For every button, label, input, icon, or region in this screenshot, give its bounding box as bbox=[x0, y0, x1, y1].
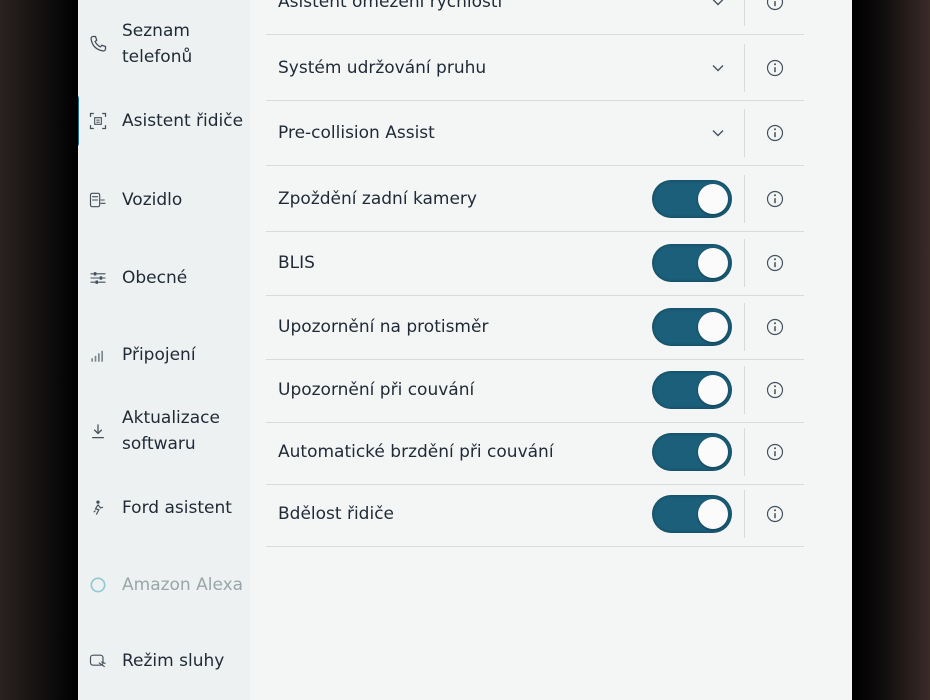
info-icon[interactable] bbox=[764, 122, 786, 144]
setting-row-lane-keeping[interactable]: Systém udržování pruhu bbox=[266, 36, 804, 101]
sliders-icon bbox=[86, 266, 110, 290]
sidebar-item-general[interactable]: Obecné bbox=[78, 265, 250, 291]
reverse-alert-toggle[interactable] bbox=[652, 371, 732, 409]
setting-row-reverse-alert[interactable]: Upozornění při couvání bbox=[266, 358, 804, 423]
cross-traffic-alert-toggle[interactable] bbox=[652, 308, 732, 346]
toggle-knob bbox=[698, 375, 728, 405]
toggle-knob bbox=[698, 437, 728, 467]
sidebar-item-label: Ford asistent bbox=[122, 498, 232, 518]
setting-row-reverse-brake-assist[interactable]: Automatické brzdění při couvání bbox=[266, 420, 804, 485]
info-icon[interactable] bbox=[764, 503, 786, 525]
info-icon[interactable] bbox=[764, 379, 786, 401]
alexa-ring-icon bbox=[86, 573, 110, 597]
download-icon bbox=[86, 419, 110, 443]
driver-assist-icon bbox=[86, 109, 110, 133]
chevron-down-icon[interactable] bbox=[706, 0, 730, 14]
phone-icon bbox=[86, 32, 110, 56]
info-icon[interactable] bbox=[764, 441, 786, 463]
sidebar-item-amazon-alexa[interactable]: Amazon Alexa bbox=[78, 572, 250, 598]
info-icon[interactable] bbox=[764, 188, 786, 210]
sidebar-item-software-update[interactable]: Aktualizace softwaru bbox=[78, 405, 250, 457]
setting-row-speed-limit-assist[interactable]: Asistent omezení rychlosti bbox=[266, 0, 804, 35]
setting-row-rear-camera-delay[interactable]: Zpoždění zadní kamery bbox=[266, 167, 804, 232]
sidebar-item-label: Režim sluhy bbox=[122, 651, 225, 671]
setting-label: Upozornění při couvání bbox=[278, 380, 475, 400]
settings-list: Asistent omezení rychlosti Systém udržov… bbox=[266, 0, 808, 700]
driver-alert-toggle[interactable] bbox=[652, 495, 732, 533]
left-bezel bbox=[0, 0, 78, 700]
sidebar-item-label: Připojení bbox=[122, 345, 196, 365]
setting-label: Pre-collision Assist bbox=[278, 123, 435, 143]
touchscreen: Seznam telefonů Asistent řidiče Vozidlo … bbox=[78, 0, 852, 700]
sidebar-item-ford-assistant[interactable]: Ford asistent bbox=[78, 495, 250, 521]
assistant-icon bbox=[86, 496, 110, 520]
setting-label: Automatické brzdění při couvání bbox=[278, 442, 554, 462]
row-divider bbox=[744, 366, 745, 414]
setting-label: Upozornění na protisměr bbox=[278, 317, 489, 337]
sidebar-item-driver-assist[interactable]: Asistent řidiče bbox=[78, 96, 250, 146]
settings-sidebar: Seznam telefonů Asistent řidiče Vozidlo … bbox=[78, 0, 250, 700]
chevron-down-icon[interactable] bbox=[706, 56, 730, 80]
row-divider bbox=[744, 239, 745, 287]
sidebar-item-phone-list[interactable]: Seznam telefonů bbox=[78, 18, 250, 70]
sidebar-item-label: Aktualizace softwaru bbox=[122, 408, 220, 454]
reverse-brake-assist-toggle[interactable] bbox=[652, 433, 732, 471]
setting-label: Asistent omezení rychlosti bbox=[278, 0, 503, 12]
setting-row-blis[interactable]: BLIS bbox=[266, 231, 804, 296]
info-icon[interactable] bbox=[764, 252, 786, 274]
valet-icon bbox=[86, 649, 110, 673]
signal-bars-icon bbox=[86, 343, 110, 367]
info-icon[interactable] bbox=[764, 316, 786, 338]
setting-row-driver-alert[interactable]: Bdělost řidiče bbox=[266, 482, 804, 547]
toggle-knob bbox=[698, 499, 728, 529]
sidebar-item-label: Amazon Alexa bbox=[122, 575, 244, 595]
row-divider bbox=[744, 490, 745, 538]
rear-camera-delay-toggle[interactable] bbox=[652, 180, 732, 218]
toggle-knob bbox=[698, 248, 728, 278]
sidebar-item-valet-mode[interactable]: Režim sluhy bbox=[78, 648, 250, 674]
sidebar-item-label: Obecné bbox=[122, 268, 188, 288]
setting-label: BLIS bbox=[278, 253, 315, 273]
blis-toggle[interactable] bbox=[652, 244, 732, 282]
row-divider bbox=[744, 175, 745, 223]
row-divider bbox=[744, 44, 745, 92]
setting-label: Bdělost řidiče bbox=[278, 504, 394, 524]
row-divider bbox=[744, 109, 745, 157]
row-divider bbox=[744, 428, 745, 476]
setting-label: Zpoždění zadní kamery bbox=[278, 189, 477, 209]
right-bezel bbox=[852, 0, 930, 700]
car-icon bbox=[86, 188, 110, 212]
row-divider bbox=[744, 303, 745, 351]
sidebar-item-connectivity[interactable]: Připojení bbox=[78, 342, 250, 368]
setting-row-cross-traffic-alert[interactable]: Upozornění na protisměr bbox=[266, 295, 804, 360]
sidebar-item-vehicle[interactable]: Vozidlo bbox=[78, 187, 250, 213]
info-icon[interactable] bbox=[764, 57, 786, 79]
chevron-down-icon[interactable] bbox=[706, 121, 730, 145]
sidebar-item-label: Seznam telefonů bbox=[122, 21, 193, 67]
toggle-knob bbox=[698, 312, 728, 342]
sidebar-item-label: Vozidlo bbox=[122, 190, 183, 210]
toggle-knob bbox=[698, 184, 728, 214]
sidebar-item-label: Asistent řidiče bbox=[122, 111, 244, 131]
info-icon[interactable] bbox=[764, 0, 786, 13]
row-divider bbox=[744, 0, 745, 26]
setting-row-pre-collision-assist[interactable]: Pre-collision Assist bbox=[266, 101, 804, 166]
setting-label: Systém udržování pruhu bbox=[278, 58, 487, 78]
